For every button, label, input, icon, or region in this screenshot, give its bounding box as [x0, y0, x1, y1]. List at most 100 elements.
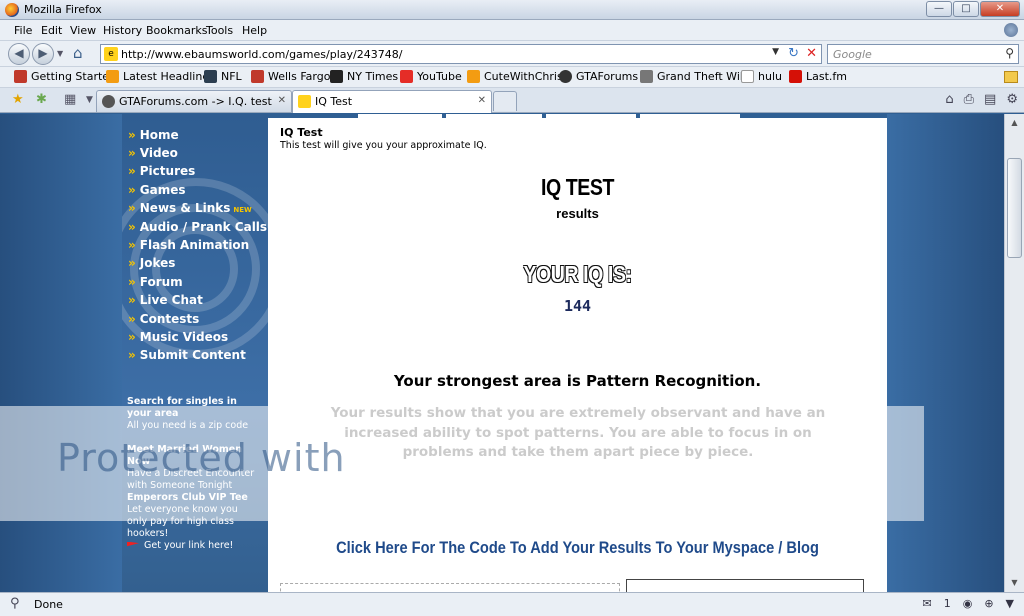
nav-link-pictures[interactable]: » Pictures	[128, 164, 195, 178]
site-favicon-icon	[298, 95, 311, 108]
content-tab-strip	[268, 114, 887, 118]
bookmarks-toolbar: Getting Started Latest Headlines NFL Wel…	[0, 67, 1024, 88]
ad-title: Search for singles in your area	[127, 396, 237, 419]
bookmark-latest-headlines[interactable]: Latest Headlines	[106, 70, 215, 83]
bookmark-hulu[interactable]: hulu	[741, 70, 782, 83]
forward-arrow-icon: ▶	[38, 46, 48, 60]
star-icon[interactable]: ★	[12, 92, 24, 108]
nav-link-audio-prank-calls[interactable]: » Audio / Prank Calls	[128, 220, 267, 234]
close-tab-icon[interactable]: ✕	[278, 95, 286, 106]
add-bookmark-icon[interactable]: ✱	[36, 92, 47, 108]
ad-body: Let everyone know you only pay for high …	[127, 504, 238, 539]
status-right: ✉ 1 ◉ ⊕ ▼	[922, 597, 1014, 610]
nav-link-contests[interactable]: » Contests	[128, 312, 199, 326]
close-tab-icon[interactable]: ✕	[478, 95, 486, 106]
tab-iq-test[interactable]: IQ Test ✕	[292, 90, 492, 113]
url-text[interactable]: http://www.ebaumsworld.com/games/play/24…	[121, 48, 402, 61]
rss-feed-icon[interactable]	[1004, 71, 1018, 83]
nav-link-forum[interactable]: » Forum	[128, 275, 183, 289]
menu-view[interactable]: View	[70, 24, 96, 37]
menu-tools[interactable]: Tools	[206, 24, 233, 37]
site-sidebar: » Home » Video » Pictures » Games » News & Li…	[122, 114, 268, 592]
related-box	[626, 579, 864, 592]
reload-icon[interactable]: ↻	[788, 46, 799, 61]
firefox-logo-icon	[5, 3, 19, 17]
back-arrow-icon: ◀	[14, 46, 24, 60]
page-background-left	[0, 114, 122, 592]
ad-emperors-club[interactable]: Emperors Club VIP Tee Let everyone know …	[127, 492, 259, 540]
site-favicon-icon: e	[104, 47, 118, 61]
vertical-scrollbar[interactable]: ▲ ▼	[1004, 114, 1024, 592]
bookmark-lastfm[interactable]: Last.fm	[789, 70, 847, 83]
nav-link-music-videos[interactable]: » Music Videos	[128, 330, 228, 344]
new-tab-button[interactable]	[493, 91, 517, 111]
tab-bar: ★ ✱ ▦ ▼ GTAForums.com -> I.Q. test ✕ IQ …	[0, 88, 1024, 113]
ad-body: All you need is a zip code	[127, 420, 249, 431]
status-text: Done	[34, 598, 63, 611]
search-icon[interactable]: ⚲	[1005, 46, 1014, 60]
scroll-down-icon[interactable]: ▼	[1008, 576, 1021, 589]
window-title: Mozilla Firefox	[24, 3, 102, 16]
iq-test-heading: IQ TEST	[540, 174, 615, 200]
embed-box	[280, 583, 620, 592]
menu-bar: File Edit View History Bookmarks Tools H…	[0, 20, 1024, 41]
ad-married-women[interactable]: Meet Married Women Now Have a Discreet E…	[127, 444, 259, 492]
mail-icon[interactable]: ✉	[922, 597, 931, 610]
nav-link-flash-animation[interactable]: » Flash Animation	[128, 238, 249, 252]
minimize-button[interactable]: —	[926, 1, 952, 17]
print-icon[interactable]: ⎙	[964, 92, 974, 107]
home-icon[interactable]: ⌂	[945, 92, 953, 107]
bookmark-youtube[interactable]: YouTube	[400, 70, 462, 83]
close-window-button[interactable]: ✕	[980, 1, 1020, 17]
menu-edit[interactable]: Edit	[41, 24, 62, 37]
bookmark-nfl[interactable]: NFL	[204, 70, 242, 83]
nav-link-home[interactable]: » Home	[128, 128, 179, 142]
zoom-icon[interactable]: ⊕	[984, 597, 993, 610]
bookmark-gtaforums[interactable]: GTAForums	[559, 70, 638, 83]
history-dropdown-icon[interactable]: ▼	[57, 49, 63, 58]
youtube-icon	[400, 70, 413, 83]
page-menu-icon[interactable]: ▤	[984, 92, 996, 107]
ad-singles[interactable]: Search for singles in your area All you …	[127, 396, 259, 432]
search-input[interactable]: Google ⚲	[827, 44, 1019, 64]
globe-icon	[102, 95, 115, 108]
status-dropdown-icon[interactable]: ▼	[1006, 597, 1014, 610]
wells-fargo-icon	[251, 70, 264, 83]
url-dropdown-icon[interactable]: ▼	[772, 47, 779, 57]
bookmark-wells-fargo[interactable]: Wells Fargo	[251, 70, 330, 83]
get-your-link[interactable]: Get your link here!	[127, 540, 233, 551]
menu-file[interactable]: File	[14, 24, 32, 37]
nav-link-video[interactable]: » Video	[128, 146, 178, 160]
game-subtitle: This test will give you your approximate…	[280, 140, 487, 151]
scroll-up-icon[interactable]: ▲	[1008, 116, 1021, 129]
menu-bookmarks[interactable]: Bookmarks	[146, 24, 207, 37]
url-bar[interactable]: e http://www.ebaumsworld.com/games/play/…	[100, 44, 822, 64]
nav-link-games[interactable]: » Games	[128, 183, 186, 197]
back-button[interactable]: ◀	[8, 43, 30, 65]
bookmark-getting-started[interactable]: Getting Started	[14, 70, 116, 83]
forward-button[interactable]: ▶	[32, 43, 54, 65]
eye-icon[interactable]: ◉	[963, 597, 973, 610]
tab-list-dropdown-icon[interactable]: ▼	[86, 92, 93, 108]
menu-history[interactable]: History	[103, 24, 142, 37]
scrollbar-thumb[interactable]	[1007, 158, 1022, 258]
nav-link-news-links[interactable]: » News & Links NEW	[128, 201, 252, 215]
nav-link-live-chat[interactable]: » Live Chat	[128, 293, 203, 307]
gear-icon[interactable]: ⚙	[1006, 92, 1018, 107]
nytimes-icon	[330, 70, 343, 83]
stop-icon[interactable]: ✕	[806, 46, 817, 61]
lastfm-icon	[789, 70, 802, 83]
get-code-link[interactable]: Click Here For The Code To Add Your Resu…	[311, 538, 843, 558]
tab-gtaforums[interactable]: GTAForums.com -> I.Q. test ✕	[96, 90, 292, 112]
bookmark-grand-theft-wiki[interactable]: Grand Theft Wiki	[640, 70, 749, 83]
bookmark-cutewithchris[interactable]: CuteWithChris	[467, 70, 563, 83]
maximize-button[interactable]: □	[953, 1, 979, 17]
menu-help[interactable]: Help	[242, 24, 267, 37]
nav-link-jokes[interactable]: » Jokes	[128, 256, 175, 270]
home-icon[interactable]: ⌂	[73, 45, 83, 61]
tab-grid-icon[interactable]: ▦	[64, 92, 76, 108]
new-badge: NEW	[233, 206, 252, 214]
nav-link-submit-content[interactable]: » Submit Content	[128, 348, 246, 362]
title-bar: Mozilla Firefox — □ ✕	[0, 0, 1024, 20]
bookmark-ny-times[interactable]: NY Times	[330, 70, 398, 83]
